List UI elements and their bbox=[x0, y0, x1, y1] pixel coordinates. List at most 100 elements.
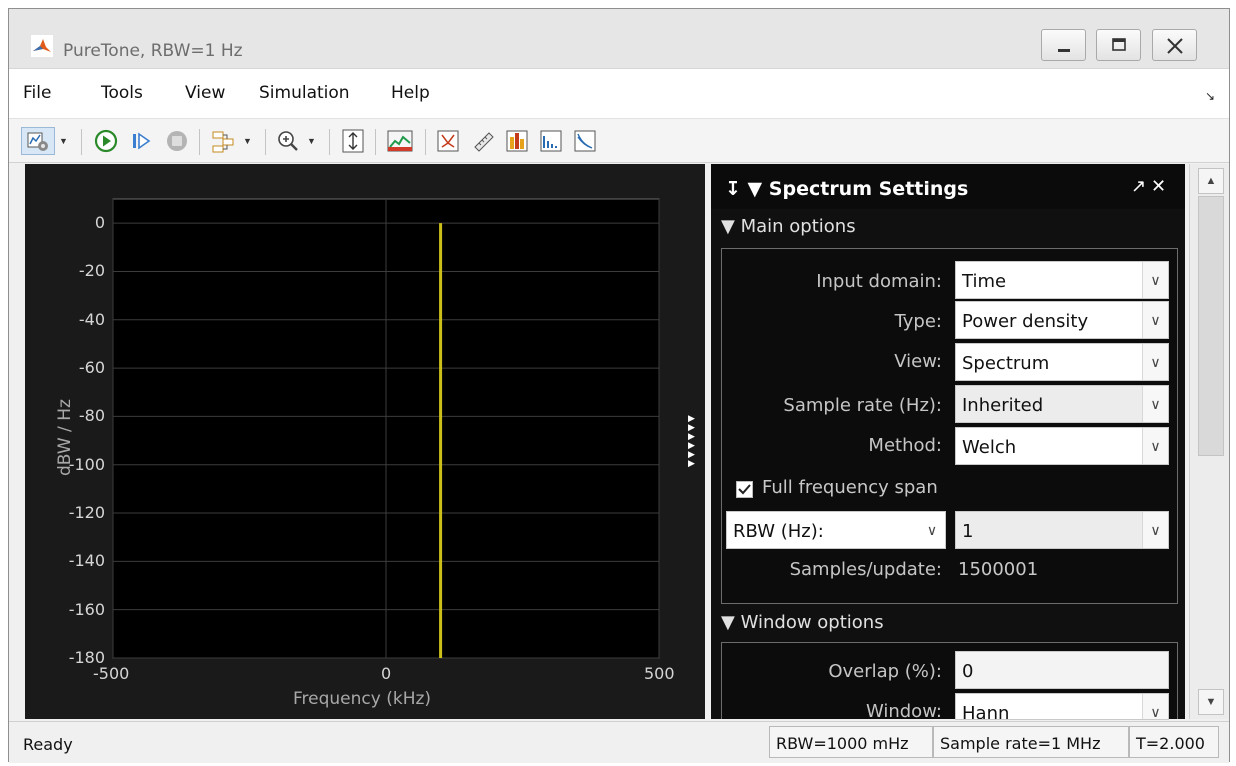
samples-update-value: 1500001 bbox=[958, 559, 1039, 580]
full-frequency-span-checkbox[interactable] bbox=[736, 481, 753, 498]
checkmark-icon bbox=[738, 484, 751, 495]
full-frequency-span-label: Full frequency span bbox=[762, 477, 938, 498]
method-select[interactable]: Welch ∨ bbox=[955, 427, 1169, 465]
section-collapse-icon: ▼ bbox=[721, 612, 735, 633]
pin-icon[interactable]: ↧ bbox=[725, 178, 741, 200]
signal-select-icon bbox=[212, 131, 234, 153]
scroll-up-icon[interactable]: ▲ bbox=[1198, 168, 1224, 194]
status-rbw: RBW=1000 mHz bbox=[769, 726, 933, 758]
close-icon bbox=[1167, 38, 1183, 54]
menu-view[interactable]: View bbox=[185, 83, 225, 103]
toolbar-separator bbox=[425, 129, 426, 155]
main-options-box: Input domain: Time ∨ Type: Power density… bbox=[721, 248, 1178, 604]
signal-select-dropdown-icon[interactable]: ▼ bbox=[243, 136, 252, 146]
toolbar-separator bbox=[329, 129, 330, 155]
y-tick-label: -100 bbox=[68, 454, 105, 474]
settings-button[interactable] bbox=[21, 127, 55, 155]
title-bar: PureTone, RBW=1 Hz bbox=[9, 9, 1229, 69]
main-options-header[interactable]: ▼ Main options bbox=[721, 216, 856, 237]
window-label: Window: bbox=[865, 701, 942, 722]
maximize-icon bbox=[1112, 38, 1126, 51]
y-tick-label: -80 bbox=[78, 406, 105, 426]
toolbar-separator bbox=[81, 129, 82, 155]
sample-rate-select[interactable]: Inherited ∨ bbox=[955, 385, 1169, 423]
peak-finder-icon bbox=[437, 130, 459, 152]
spectrum-plot[interactable]: 0 -20 -40 -60 -80 -100 -120 -140 -160 -180 -500 0 5… bbox=[25, 164, 705, 719]
chevron-down-icon: ∨ bbox=[1142, 302, 1168, 338]
rbw-value-select[interactable]: 1 ∨ bbox=[955, 511, 1169, 549]
scroll-down-icon[interactable]: ▼ bbox=[1198, 689, 1224, 715]
toolbar-separator bbox=[375, 129, 376, 155]
maximize-button[interactable] bbox=[1096, 29, 1141, 61]
chevron-down-icon: ∨ bbox=[1142, 428, 1168, 464]
close-button[interactable] bbox=[1152, 29, 1197, 61]
menu-tools[interactable]: Tools bbox=[101, 83, 143, 103]
settings-dropdown-icon[interactable]: ▼ bbox=[59, 136, 68, 146]
type-select[interactable]: Power density ∨ bbox=[955, 301, 1169, 339]
menu-file[interactable]: File bbox=[23, 83, 51, 103]
zoom-dropdown-icon[interactable]: ▼ bbox=[307, 136, 316, 146]
type-label: Type: bbox=[894, 311, 942, 332]
signal-select-button[interactable] bbox=[209, 127, 237, 155]
peak-finder-button[interactable] bbox=[434, 127, 462, 155]
method-label: Method: bbox=[868, 435, 942, 456]
panel-close-icon[interactable]: ✕ bbox=[1151, 176, 1166, 197]
zoom-in-button[interactable] bbox=[274, 127, 302, 155]
panel-title: ↧ ▼ Spectrum Settings bbox=[725, 178, 968, 200]
status-text: Ready bbox=[23, 735, 73, 754]
y-tick-label: 0 bbox=[94, 213, 105, 233]
x-tick-label: 500 bbox=[644, 664, 675, 683]
run-icon bbox=[94, 129, 118, 153]
panel-header: ↧ ▼ Spectrum Settings ↗ ✕ bbox=[711, 164, 1185, 209]
dock-arrow-icon[interactable]: ↘ bbox=[1205, 89, 1215, 103]
status-sample-rate: Sample rate=1 MHz bbox=[933, 726, 1129, 758]
view-label: View: bbox=[894, 351, 942, 372]
chevron-down-icon: ∨ bbox=[919, 512, 945, 548]
stop-button[interactable] bbox=[163, 127, 191, 155]
x-tick-label: -500 bbox=[93, 664, 130, 683]
rbw-mode-select[interactable]: RBW (Hz): ∨ bbox=[726, 511, 946, 549]
cursor-measurements-button[interactable] bbox=[469, 127, 497, 155]
menu-help[interactable]: Help bbox=[391, 83, 430, 103]
scale-axes-icon bbox=[342, 129, 364, 153]
chevron-down-icon: ∨ bbox=[1142, 694, 1168, 719]
view-select[interactable]: Spectrum ∨ bbox=[955, 343, 1169, 381]
collapse-icon[interactable]: ▼ bbox=[748, 178, 763, 200]
y-tick-label: -60 bbox=[78, 358, 105, 378]
minimize-button[interactable] bbox=[1041, 29, 1086, 61]
status-time: T=2.000 bbox=[1129, 726, 1219, 758]
undock-icon[interactable]: ↗ bbox=[1131, 176, 1146, 197]
step-forward-button[interactable] bbox=[127, 127, 155, 155]
window-select[interactable]: Hann ∨ bbox=[955, 693, 1169, 720]
minimize-icon bbox=[1058, 49, 1070, 52]
y-tick-label: -120 bbox=[68, 503, 105, 523]
x-tick-label: 0 bbox=[381, 664, 392, 683]
chevron-down-icon: ∨ bbox=[1142, 262, 1168, 298]
menu-simulation[interactable]: Simulation bbox=[259, 83, 350, 103]
scope-window: PureTone, RBW=1 Hz File Tools View Simul… bbox=[8, 8, 1230, 763]
scroll-thumb[interactable] bbox=[1198, 196, 1224, 456]
cursor-measurements-icon bbox=[474, 132, 494, 152]
input-domain-select[interactable]: Time ∨ bbox=[955, 261, 1169, 299]
channel-measurements-icon bbox=[506, 130, 528, 152]
channel-measurements-button[interactable] bbox=[503, 127, 531, 155]
distortion-measurements-button[interactable] bbox=[537, 127, 565, 155]
ccdf-measurements-icon bbox=[574, 130, 596, 152]
ccdf-measurements-button[interactable] bbox=[571, 127, 599, 155]
collapse-panel-icon[interactable]: ▶ ▶ ▶ ▶ ▶ ▶ bbox=[688, 414, 698, 468]
step-forward-icon bbox=[133, 132, 151, 150]
run-button[interactable] bbox=[92, 127, 120, 155]
x-axis-label: Frequency (kHz) bbox=[293, 689, 432, 709]
scale-axes-button[interactable] bbox=[339, 127, 367, 155]
chevron-down-icon: ∨ bbox=[1142, 512, 1168, 548]
input-domain-label: Input domain: bbox=[816, 271, 942, 292]
toolbar-separator bbox=[265, 129, 266, 155]
toolbar-separator bbox=[199, 129, 200, 155]
section-collapse-icon: ▼ bbox=[721, 216, 735, 237]
overlap-input[interactable]: 0 bbox=[955, 651, 1169, 689]
panel-scrollbar[interactable]: ▲ ▼ bbox=[1189, 164, 1229, 719]
spectrum-settings-button[interactable] bbox=[385, 127, 415, 155]
spectrum-settings-icon bbox=[387, 130, 413, 152]
window-options-header[interactable]: ▼ Window options bbox=[721, 612, 884, 633]
overlap-label: Overlap (%): bbox=[828, 661, 942, 682]
